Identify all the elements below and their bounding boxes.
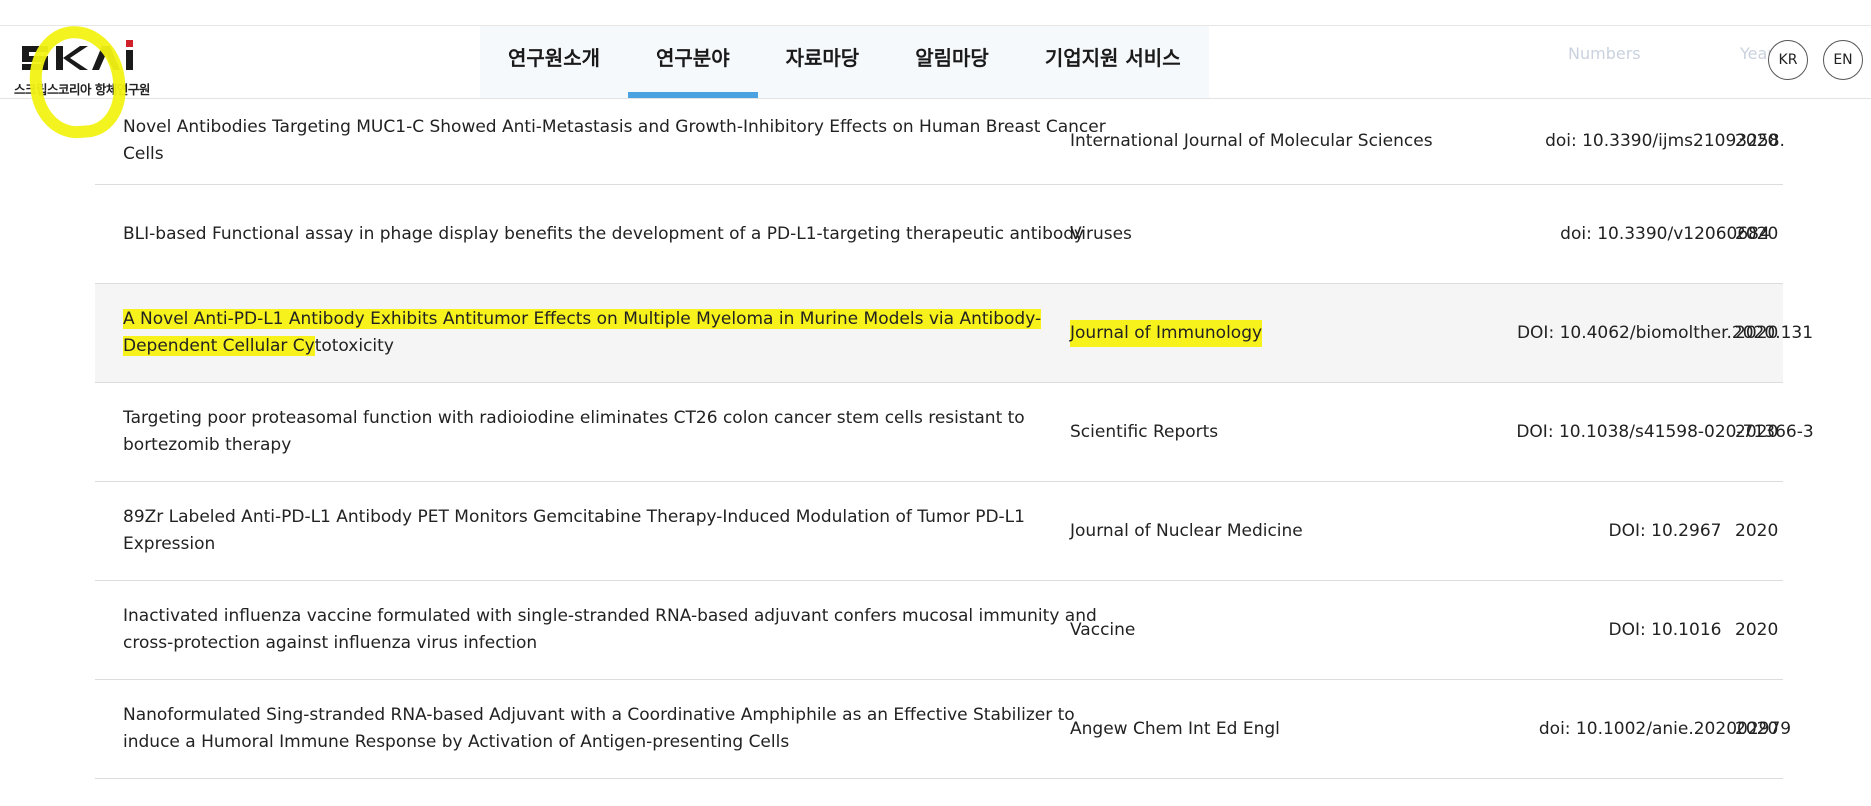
table-row: Inactivated influenza vaccine formulated…	[95, 581, 1783, 680]
publication-year: 2020	[1735, 421, 1779, 442]
main-nav: 연구원소개 연구분야 자료마당 알림마당 기업지원 서비스	[480, 26, 1209, 98]
highlighted-text: A Novel Anti-PD-L1 Antibody Exhibits Ant…	[123, 309, 1042, 356]
table-row: Novel Antibodies Targeting MUC1-C Showed…	[95, 98, 1785, 185]
paper-title[interactable]: Targeting poor proteasomal function with…	[123, 383, 1118, 481]
publication-year: 2020	[1735, 520, 1779, 541]
paper-title[interactable]: 89Zr Labeled Anti-PD-L1 Antibody PET Mon…	[123, 482, 1118, 580]
journal-name: Angew Chem Int Ed Engl	[1070, 718, 1280, 739]
paper-title[interactable]: Novel Antibodies Targeting MUC1-C Showed…	[123, 98, 1118, 184]
paper-title[interactable]: Nanoformulated Sing-stranded RNA-based A…	[123, 680, 1118, 778]
doi-number: DOI: 10.2967	[1608, 520, 1722, 541]
table-row: A Novel Anti-PD-L1 Antibody Exhibits Ant…	[95, 284, 1813, 383]
publication-year: 2020	[1735, 223, 1779, 244]
doi-number: DOI: 10.4062/biomolther.2020.131	[1516, 322, 1814, 343]
nav-item-about[interactable]: 연구원소개	[480, 26, 628, 98]
lang-kr-button[interactable]: KR	[1768, 40, 1808, 80]
publication-year: 2020	[1735, 619, 1779, 640]
publication-year: 2020	[1735, 130, 1779, 151]
doi-number: DOI: 10.1016	[1608, 619, 1722, 640]
doi-number: doi: 10.3390/v12060684	[1560, 223, 1770, 244]
nav-item-resources[interactable]: 자료마당	[757, 26, 888, 98]
numbers-column-header: Numbers	[1568, 44, 1641, 63]
paper-title[interactable]: BLI-based Functional assay in phage disp…	[123, 185, 1118, 283]
nav-item-notices[interactable]: 알림마당	[887, 26, 1017, 98]
table-row: 89Zr Labeled Anti-PD-L1 Antibody PET Mon…	[95, 482, 1783, 581]
site-header: 스크립스코리아 항체연구원 연구원소개 연구분야 자료마당 알림마당 기업지원 …	[0, 22, 1871, 142]
publication-year: 2020	[1735, 718, 1779, 739]
journal-name: Vaccine	[1070, 619, 1136, 640]
publication-table: Novel Antibodies Targeting MUC1-C Showed…	[95, 98, 1814, 779]
table-row: Targeting poor proteasomal function with…	[95, 383, 1814, 482]
nav-item-research[interactable]: 연구분야	[628, 26, 758, 98]
paper-title[interactable]: Inactivated influenza vaccine formulated…	[123, 581, 1118, 679]
doi-number: doi: 10.1002/anie.202002979	[1538, 718, 1792, 739]
journal-name: Journal of Nuclear Medicine	[1070, 520, 1303, 541]
lang-en-button[interactable]: EN	[1823, 40, 1863, 80]
publication-year: 2020	[1735, 322, 1779, 343]
doi-number: DOI: 10.1038/s41598-020-71366-3	[1516, 421, 1814, 442]
nav-item-business-support[interactable]: 기업지원 서비스	[1016, 26, 1209, 98]
journal-name: Scientific Reports	[1070, 421, 1219, 442]
paper-title[interactable]: A Novel Anti-PD-L1 Antibody Exhibits Ant…	[123, 284, 1118, 382]
journal-name: International Journal of Molecular Scien…	[1070, 130, 1433, 151]
table-row: Nanoformulated Sing-stranded RNA-based A…	[95, 680, 1791, 779]
journal-name: Viruses	[1070, 223, 1132, 244]
doi-number: doi: 10.3390/ijms21093258.	[1545, 130, 1785, 151]
table-row: BLI-based Functional assay in phage disp…	[95, 185, 1783, 284]
journal-name: Journal of Immunology	[1070, 284, 1490, 382]
